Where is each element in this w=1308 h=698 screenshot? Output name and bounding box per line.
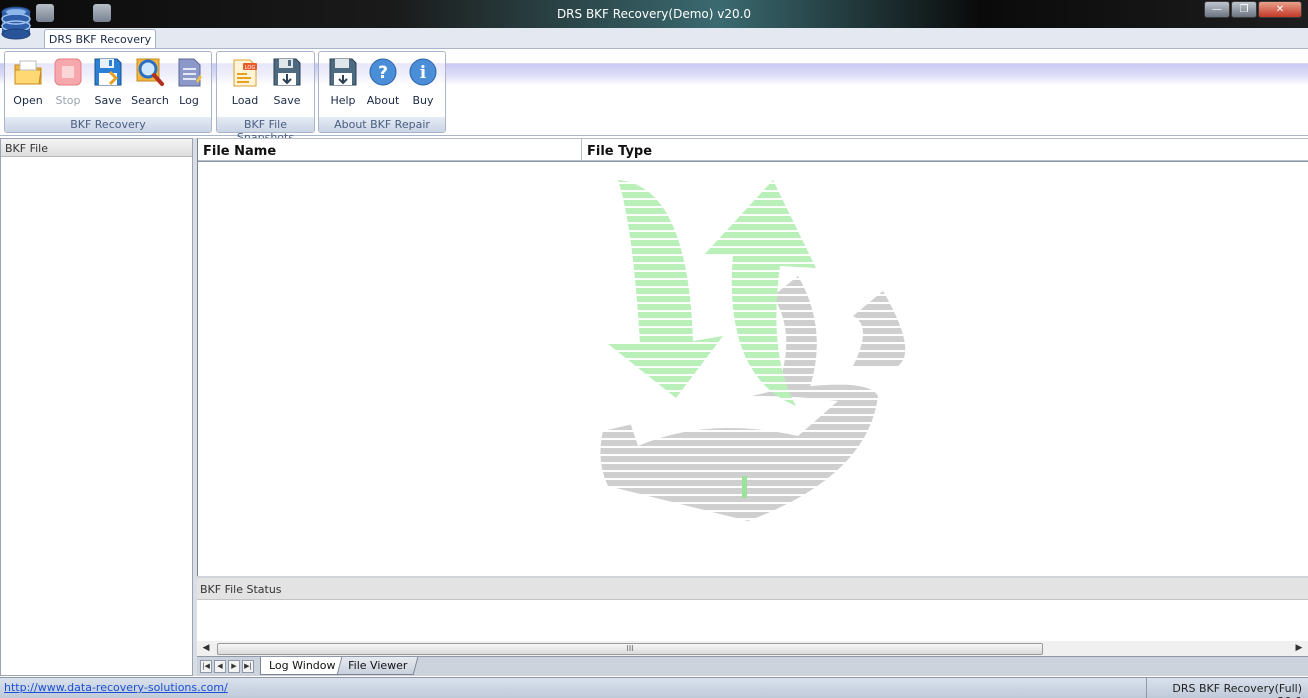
window-title: DRS BKF Recovery(Demo) v20.0 xyxy=(556,7,752,21)
tab-file-viewer[interactable]: File Viewer xyxy=(336,657,419,675)
about-button[interactable]: ? About xyxy=(363,56,403,110)
load-snapshot-button[interactable]: LOG Load xyxy=(225,56,265,110)
bkf-file-tree-pane[interactable]: BKF File xyxy=(0,138,193,676)
maximize-button[interactable]: ❐ xyxy=(1231,1,1257,18)
minimize-button[interactable]: — xyxy=(1204,1,1230,18)
group-bkf-file-snapshots: LOG Load Save BKF File Snapshots xyxy=(216,51,315,144)
status-bar: http://www.data-recovery-solutions.com/ … xyxy=(0,677,1308,698)
bkf-file-status-pane[interactable]: BKF File Status ◀ III ▶ xyxy=(197,576,1308,657)
version-label: DRS BKF Recovery(Full) v20.0 xyxy=(1146,678,1308,698)
folder-open-icon xyxy=(14,60,42,85)
svg-text:?: ? xyxy=(378,63,388,83)
svg-text:i: i xyxy=(420,63,427,83)
log-button[interactable]: Log xyxy=(171,56,207,110)
website-link[interactable]: http://www.data-recovery-solutions.com/ xyxy=(4,681,228,694)
database-app-icon[interactable] xyxy=(0,2,46,48)
load-snapshot-icon: LOG xyxy=(233,59,257,87)
tab-nav-first[interactable]: |◀ xyxy=(200,660,212,673)
svg-text:LOG: LOG xyxy=(245,65,256,71)
column-header-file-type[interactable]: File Type xyxy=(582,138,1308,161)
window-controls: — ❐ ✕ xyxy=(1203,1,1302,18)
group-label: BKF Recovery xyxy=(5,117,211,132)
log-document-icon xyxy=(178,58,202,87)
tab-nav-prev[interactable]: ◀ xyxy=(214,660,226,673)
info-icon: i xyxy=(409,58,437,86)
floppy-save-icon xyxy=(94,58,122,86)
magnifier-search-icon xyxy=(136,58,164,86)
scroll-left-arrow[interactable]: ◀ xyxy=(200,643,212,655)
save-snapshot-button[interactable]: Save xyxy=(267,56,307,110)
scroll-right-arrow[interactable]: ▶ xyxy=(1293,643,1305,655)
group-about-bkf-repair: Help ? About i Buy About BKF Repair xyxy=(318,51,446,133)
bkf-file-header: BKF File xyxy=(1,139,192,157)
search-button[interactable]: Search xyxy=(129,56,171,110)
title-bar: DRS BKF Recovery(Demo) v20.0 — ❐ ✕ xyxy=(0,0,1308,28)
group-label: BKF File Snapshots xyxy=(217,117,314,144)
close-button[interactable]: ✕ xyxy=(1258,1,1302,18)
tab-nav-next[interactable]: ▶ xyxy=(228,660,240,673)
stop-icon xyxy=(54,58,82,86)
group-label: About BKF Repair xyxy=(319,117,445,132)
ribbon-tab-strip: DRS BKF Recovery xyxy=(0,28,1308,49)
buy-button[interactable]: i Buy xyxy=(403,56,443,110)
save-button[interactable]: Save xyxy=(89,56,127,110)
help-floppy-icon xyxy=(329,58,357,86)
tab-log-window[interactable]: Log Window xyxy=(260,657,345,675)
tab-nav-last[interactable]: ▶| xyxy=(242,660,254,673)
help-button[interactable]: Help xyxy=(323,56,363,110)
ribbon: Open Stop Save Search Log BKF Recovery L… xyxy=(0,48,1308,144)
horizontal-scrollbar[interactable]: ◀ III ▶ xyxy=(197,641,1308,657)
scroll-thumb[interactable]: III xyxy=(217,643,1043,655)
stop-button[interactable]: Stop xyxy=(49,56,87,110)
open-button[interactable]: Open xyxy=(9,56,47,110)
bottom-tab-strip: |◀ ◀ ▶ ▶| Log Window File Viewer xyxy=(197,656,1308,676)
tab-drs-bkf-recovery[interactable]: DRS BKF Recovery xyxy=(44,29,156,49)
file-list-pane[interactable]: File Name File Type xyxy=(197,138,1308,576)
group-bkf-recovery: Open Stop Save Search Log BKF Recovery xyxy=(4,51,212,133)
recovery-watermark-icon xyxy=(600,180,906,521)
column-header-file-name[interactable]: File Name xyxy=(198,138,582,161)
question-icon: ? xyxy=(369,58,397,86)
floppy-save-icon xyxy=(273,58,301,86)
header-divider xyxy=(198,161,1308,162)
bkf-file-status-header: BKF File Status xyxy=(197,578,1308,600)
